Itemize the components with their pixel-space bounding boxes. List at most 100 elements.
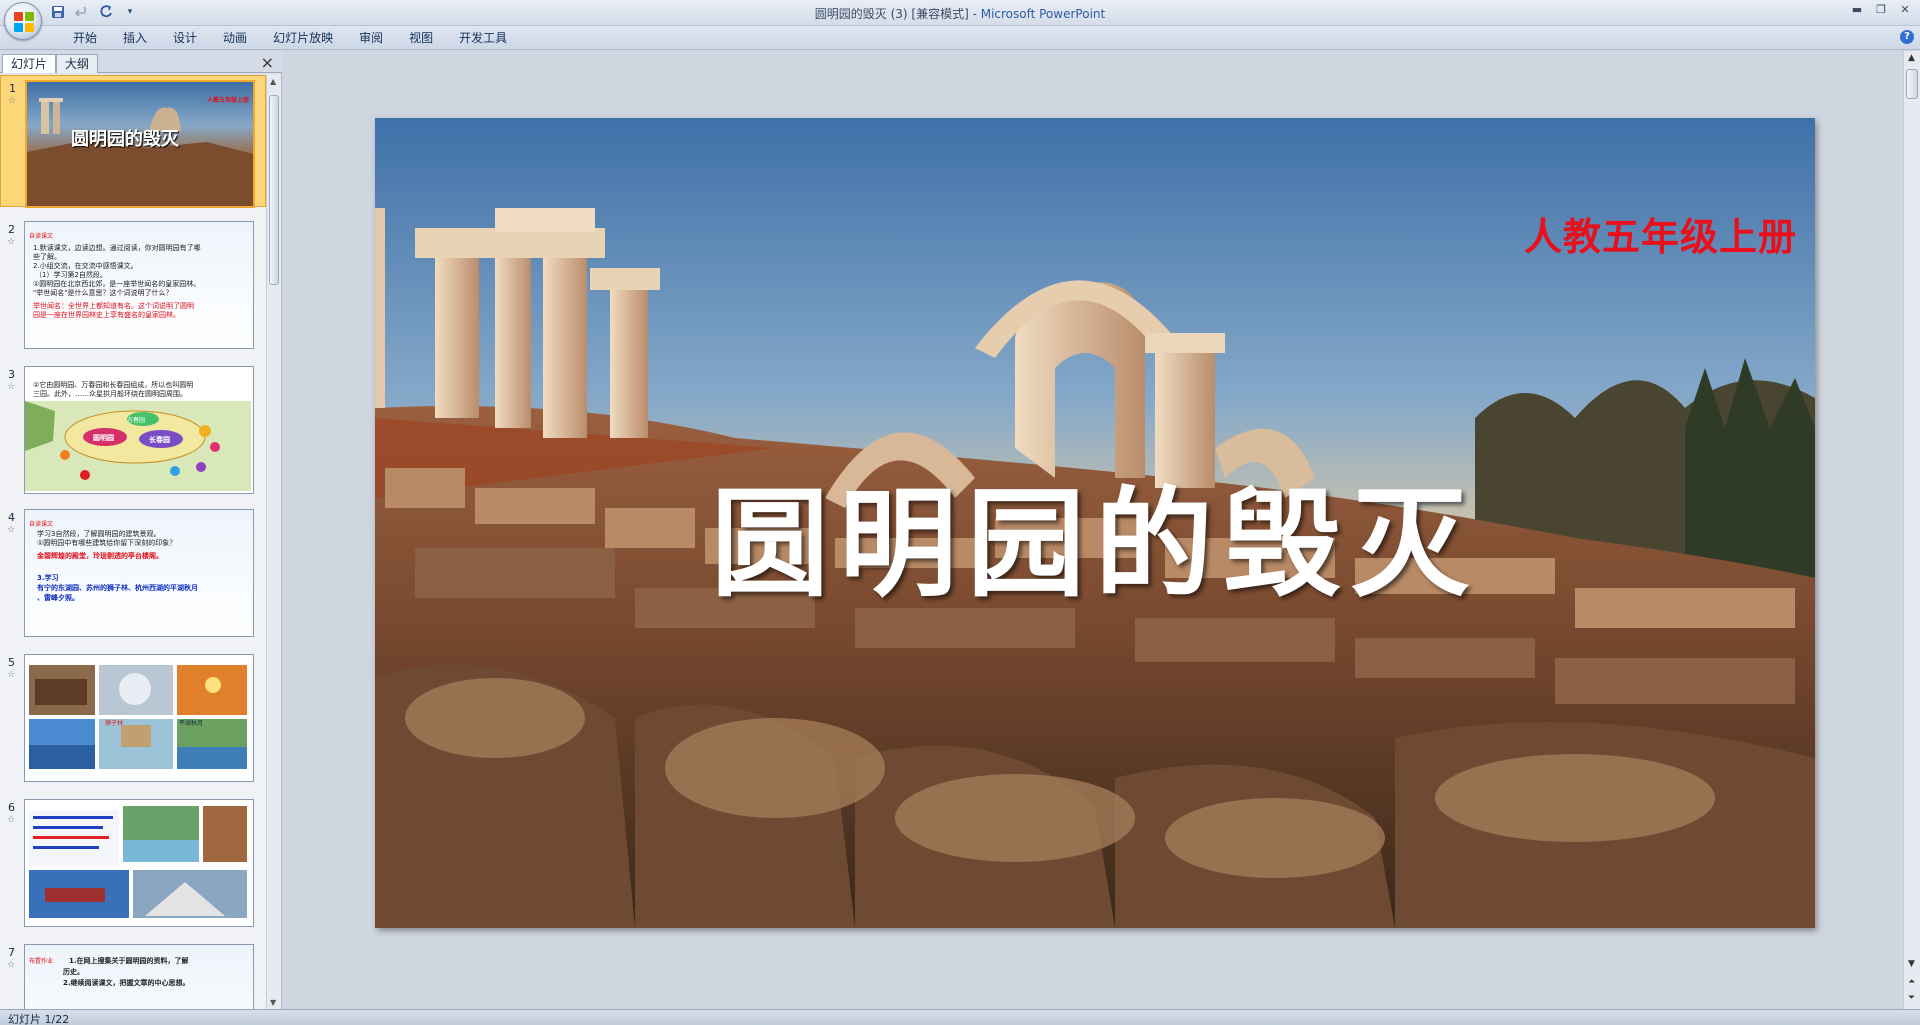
panel-close-icon[interactable]: ×: [261, 53, 274, 72]
thumb-caption: 平湖秋月: [179, 720, 204, 727]
scrollbar-thumb[interactable]: [269, 95, 279, 285]
office-button[interactable]: [4, 2, 42, 40]
thumb-line: "举世闻名"是什么意思？这个词说明了什么？: [33, 289, 173, 297]
thumb-label: 万春园: [127, 417, 146, 424]
thumb-line: 金碧辉煌的殿堂，玲珑剔透的亭台楼阁。: [37, 552, 163, 560]
tab-developer[interactable]: 开发工具: [446, 30, 520, 46]
slide-thumbnail-1[interactable]: 1 ☆ 人教五年级上册 圆明园的毁灭: [0, 75, 266, 208]
next-slide-icon[interactable]: ⏷: [1908, 993, 1915, 1003]
thumbnail-preview: 自读课文 1.默读课文，边读边想。通过阅读，你对圆明园有了哪 些了解。 2.小组…: [24, 221, 254, 349]
thumb-line: ①圆明园中有哪些建筑给你留下深刻的印象？: [37, 539, 177, 547]
help-icon[interactable]: ?: [1900, 30, 1914, 44]
photo-collage: [29, 665, 247, 769]
thumb-line: 三园。此外，……众星拱月般环绕在圆明园周围。: [33, 390, 187, 398]
slide-thumbnail-4[interactable]: 4 ☆ 自读课文 学习3自然段，了解圆明园的建筑景观。 ①圆明园中有哪些建筑给你…: [0, 505, 266, 637]
thumb-line: （1）学习第2自然段。: [35, 271, 107, 279]
thumb-subtitle: 人教五年级上册: [207, 97, 250, 104]
photo-collage: [29, 806, 247, 918]
ribbon-tab-row: 开始 插入 设计 动画 幻灯片放映 审阅 视图 开发工具 ?: [0, 26, 1920, 50]
scrollbar-thumb[interactable]: [1906, 69, 1918, 99]
thumb-line: 历史。: [63, 968, 84, 976]
panel-scrollbar[interactable]: ▲ ▼: [266, 75, 281, 1009]
slide-number: 4: [8, 511, 15, 524]
slide-thumbnail-7[interactable]: 7 ☆ 布置作业 1.在网上搜集关于圆明园的资料，了解 历史。 2.继续阅读课文…: [0, 940, 266, 1009]
thumbnail-preview: 狮子林 平湖秋月: [24, 654, 254, 782]
thumb-line: 1.默读课文，边读边想。通过阅读，你对圆明园有了哪: [33, 244, 201, 252]
slide-thumbnail-3[interactable]: 3 ☆ ②它由圆明园、万春园和长春园组成，所以也叫圆明 三园。此外，……众星拱月…: [0, 362, 266, 494]
thumb-line: 3.学习: [37, 574, 59, 582]
slide-number: 7: [8, 946, 15, 959]
slide-thumbnail-2[interactable]: 2 ☆ 自读课文 1.默读课文，边读边想。通过阅读，你对圆明园有了哪 些了解。 …: [0, 217, 266, 349]
thumbnail-preview: 人教五年级上册 圆明园的毁灭: [25, 80, 255, 208]
tab-slideshow[interactable]: 幻灯片放映: [260, 30, 346, 46]
thumb-label: 长春园: [149, 436, 170, 444]
scroll-down-icon[interactable]: ▼: [1908, 959, 1915, 969]
scroll-up-icon[interactable]: ▲: [270, 77, 276, 86]
animation-star-icon: ☆: [7, 382, 16, 392]
animation-star-icon: ☆: [7, 670, 16, 680]
slide-number: 1: [9, 82, 16, 95]
thumb-tag: 自读课文: [29, 233, 54, 240]
tab-design[interactable]: 设计: [160, 30, 210, 46]
thumb-line: 1.在网上搜集关于圆明园的资料，了解: [69, 957, 189, 965]
garden-map-illustration: [25, 401, 251, 491]
status-bar: 幻灯片 1/22: [0, 1009, 1920, 1025]
thumb-label: 圆明园: [93, 434, 114, 442]
panel-tabs: 幻灯片 大纲 ×: [0, 51, 282, 73]
close-icon[interactable]: ✕: [1894, 2, 1916, 18]
slide-thumbnail-6[interactable]: 6 ☆: [0, 795, 266, 927]
document-title: 圆明园的毁灭 (3) [兼容模式] -: [814, 7, 981, 21]
animation-star-icon: ☆: [7, 525, 16, 535]
previous-slide-icon[interactable]: ⏶: [1908, 977, 1915, 987]
animation-star-icon: ☆: [7, 960, 16, 970]
thumb-line: 2.小组交流，在交流中感悟课文。: [33, 262, 138, 270]
title-bar: ▾ 圆明园的毁灭 (3) [兼容模式] - Microsoft PowerPoi…: [0, 0, 1920, 40]
tab-review[interactable]: 审阅: [346, 30, 396, 46]
thumbnail-preview: ②它由圆明园、万春园和长春园组成，所以也叫圆明 三园。此外，……众星拱月般环绕在…: [24, 366, 254, 494]
slide-subtitle[interactable]: 人教五年级上册: [1524, 206, 1797, 261]
tab-outline[interactable]: 大纲: [56, 54, 99, 73]
app-name: Microsoft PowerPoint: [980, 7, 1106, 21]
thumb-line: 举世闻名：全世界上都知道有名。这个词说明了圆明: [33, 302, 194, 310]
thumb-line: 2.继续阅读课文，把握文章的中心思想。: [63, 979, 190, 987]
slide-number: 5: [8, 656, 15, 669]
office-logo-icon: [14, 12, 34, 32]
thumbnail-preview: [24, 799, 254, 927]
animation-star-icon: ☆: [7, 237, 16, 247]
slide-counter: 幻灯片 1/22: [8, 1013, 70, 1025]
maximize-icon[interactable]: ❐: [1870, 2, 1892, 18]
tab-animation[interactable]: 动画: [210, 30, 260, 46]
minimize-icon[interactable]: ▬: [1846, 2, 1868, 18]
window-controls: ▬ ❐ ✕: [1846, 2, 1916, 18]
slide-thumbnail-5[interactable]: 5 ☆ 狮子林 平湖秋月: [0, 650, 266, 782]
thumb-line: 有宁的东湖园、苏州的狮子林、杭州西湖的平湖秋月: [37, 584, 198, 592]
tab-insert[interactable]: 插入: [110, 30, 160, 46]
thumb-line: 、雷峰夕照。: [37, 594, 79, 602]
tab-home[interactable]: 开始: [60, 30, 110, 46]
thumbnail-preview: 自读课文 学习3自然段，了解圆明园的建筑景观。 ①圆明园中有哪些建筑给你留下深刻…: [24, 509, 254, 637]
slide-number: 6: [8, 801, 15, 814]
tab-slides[interactable]: 幻灯片: [2, 54, 57, 73]
ribbon-tabs: 开始 插入 设计 动画 幻灯片放映 审阅 视图 开发工具: [60, 30, 520, 46]
slide-number: 2: [8, 223, 15, 236]
thumb-line: ②它由圆明园、万春园和长春园组成，所以也叫圆明: [33, 381, 194, 389]
slide-title[interactable]: 圆明园的毁灭: [375, 448, 1815, 619]
scroll-up-icon[interactable]: ▲: [1908, 53, 1915, 63]
editor-scrollbar[interactable]: ▲ ▼ ⏶ ⏷: [1903, 51, 1920, 1009]
thumb-title: 圆明园的毁灭: [71, 129, 179, 150]
scroll-down-icon[interactable]: ▼: [270, 998, 276, 1007]
animation-star-icon: ☆: [7, 815, 16, 825]
thumbnail-list: 1 ☆ 人教五年级上册 圆明园的毁灭 2 ☆ 自读课文 1.默读课文，边读边想。…: [0, 75, 266, 1009]
tab-view[interactable]: 视图: [396, 30, 446, 46]
thumb-line: 学习3自然段，了解圆明园的建筑景观。: [37, 530, 161, 538]
thumb-line: 园是一座在世界园林史上享有盛名的皇家园林。: [33, 311, 180, 319]
thumb-caption: 狮子林: [105, 720, 124, 727]
slides-panel: 幻灯片 大纲 × 1 ☆ 人教五年级上册 圆明园的毁灭 2 ☆ 自读课文 1.默…: [0, 51, 282, 1009]
animation-star-icon: ☆: [8, 96, 17, 106]
thumb-line: ①圆明园在北京西北郊，是一座举世闻名的皇家园林。: [33, 280, 201, 288]
thumbnail-preview: 布置作业 1.在网上搜集关于圆明园的资料，了解 历史。 2.继续阅读课文，把握文…: [24, 944, 254, 1009]
slide-number: 3: [8, 368, 15, 381]
thumb-tag: 布置作业: [29, 958, 54, 965]
thumb-tag: 自读课文: [29, 521, 54, 528]
current-slide[interactable]: 人教五年级上册 圆明园的毁灭: [375, 118, 1815, 928]
